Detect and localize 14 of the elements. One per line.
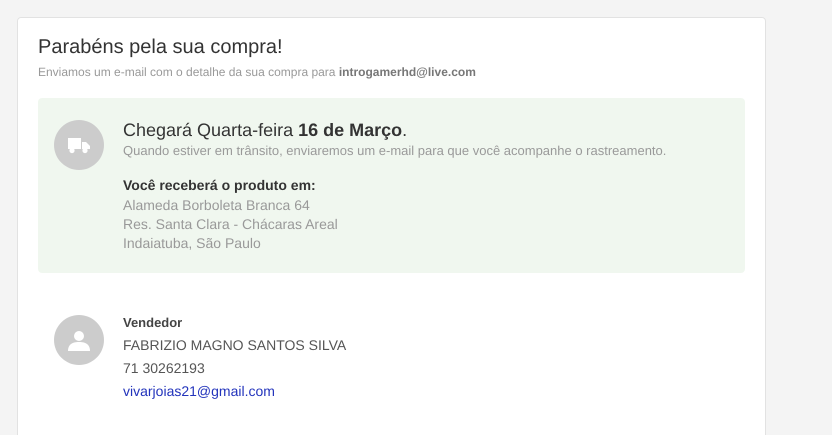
seller-name: FABRIZIO MAGNO SANTOS SILVA — [123, 336, 346, 355]
address-line: Indaiatuba, São Paulo — [123, 234, 262, 253]
address-line: Res. Santa Clara - Chácaras Areal — [123, 215, 339, 234]
address-line: Alameda Borboleta Branca 64 — [123, 196, 311, 215]
seller-phone: 71 30262193 — [123, 359, 206, 378]
confirmation-text: Enviamos um e-mail com o detalhe da sua compra para introgamerhd@live.com — [38, 65, 477, 79]
address-label: Você receberá o produto em: — [123, 177, 317, 193]
seller-email-link[interactable]: vivarjoias21@gmail.com — [123, 380, 346, 403]
page-title: Parabéns pela sua compra! — [38, 36, 284, 59]
delivery-note: Quando estiver em trânsito, enviaremos um e-mail para que você acompanhe o rastreamento. — [123, 143, 666, 158]
delivery-date: Chegará Quarta-feira 16 de Março. — [123, 120, 408, 141]
avatar-icon — [54, 315, 104, 365]
seller-label: Vendedor — [123, 315, 184, 330]
truck-icon — [54, 120, 104, 170]
